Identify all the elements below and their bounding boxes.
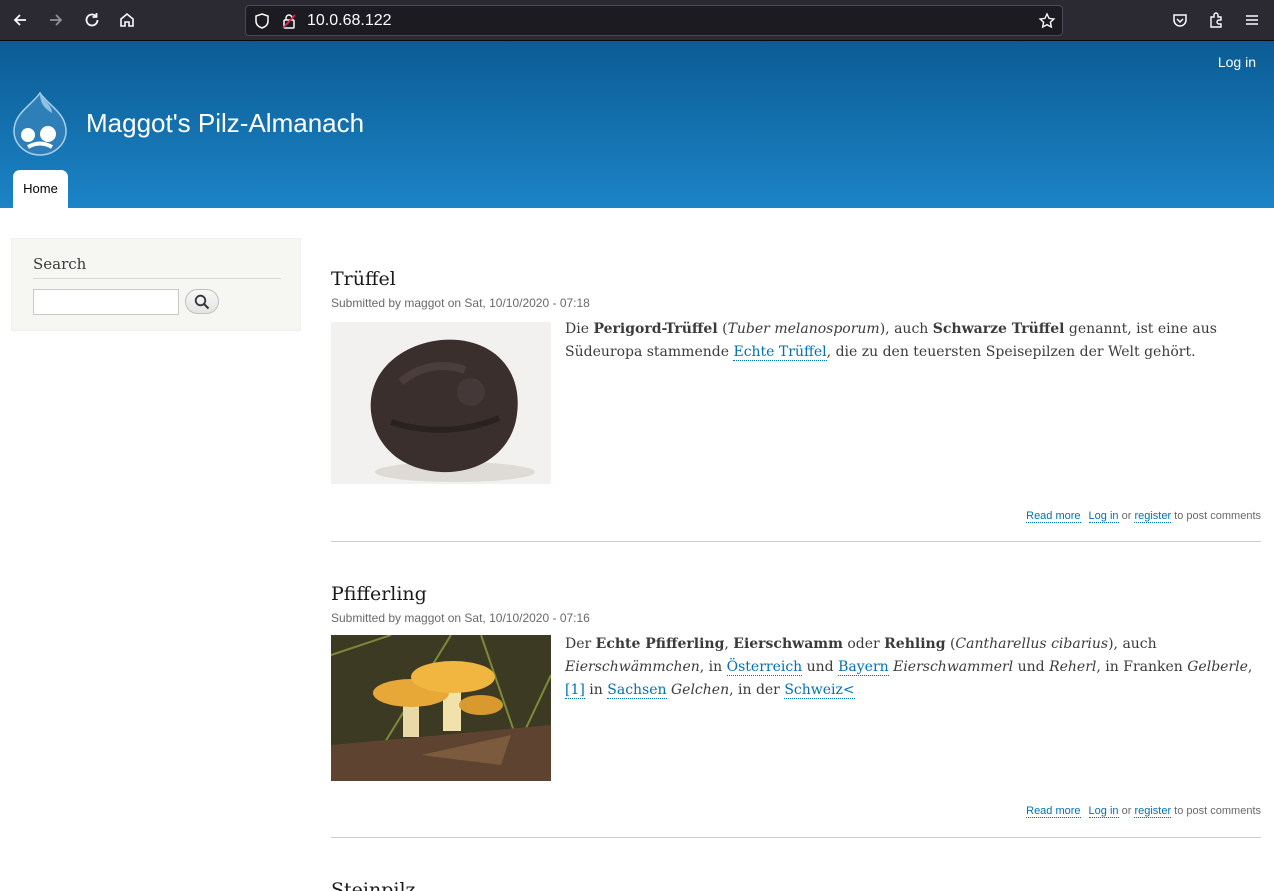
post-comments-text: to post comments <box>1171 805 1261 817</box>
back-button[interactable] <box>8 8 32 32</box>
login-link[interactable]: Log in <box>1088 510 1119 523</box>
read-more-link[interactable]: Read more <box>1026 510 1081 523</box>
address-bar[interactable]: 10.0.68.122 <box>245 5 1063 36</box>
italic-term: Eierschwämmchen <box>565 659 700 675</box>
bold-term: Schwarze Trüffel <box>932 321 1065 337</box>
insecure-lock-icon[interactable] <box>280 12 298 30</box>
submitted-info: Submitted by maggot on Sat, 10/10/2020 -… <box>331 611 590 625</box>
divider <box>33 278 281 279</box>
arrow-right-icon <box>50 14 63 26</box>
reload-icon <box>85 13 99 27</box>
article-links: Read more Log in or register to post comm… <box>1026 510 1261 523</box>
article-title[interactable]: Pfifferling <box>331 583 1261 605</box>
site-header: Log in Maggot's Pilz-Almanach Home <box>0 41 1274 208</box>
header-login-link[interactable]: Log in <box>1218 54 1256 70</box>
hamburger-icon <box>1246 15 1258 25</box>
home-button[interactable] <box>115 8 139 32</box>
search-block: Search <box>11 238 301 331</box>
read-more-link[interactable]: Read more <box>1026 805 1081 818</box>
search-input[interactable] <box>33 289 179 315</box>
article-links: Read more Log in or register to post comm… <box>1026 805 1261 818</box>
italic-term: Tuber melanosporum <box>727 321 880 337</box>
bold-term: Rehling <box>884 636 946 652</box>
article-steinpilz: Steinpilz <box>331 879 1261 891</box>
pocket-icon <box>1173 14 1187 27</box>
article-title[interactable]: Trüffel <box>331 268 1261 290</box>
submitted-info: Submitted by maggot on Sat, 10/10/2020 -… <box>331 296 590 310</box>
home-icon <box>120 12 134 27</box>
article-truffel: Trüffel Submitted by maggot on Sat, 10/1… <box>331 268 1261 542</box>
body-link[interactable]: Echte Trüffel <box>733 344 827 361</box>
body-link[interactable]: Sachsen <box>607 682 667 699</box>
body-link[interactable]: Schweiz< <box>784 682 855 699</box>
italic-term: Reherl <box>1049 659 1097 675</box>
puzzle-icon <box>1210 12 1222 28</box>
article-title[interactable]: Steinpilz <box>331 879 1261 891</box>
extensions-button[interactable] <box>1204 8 1228 32</box>
pocket-button[interactable] <box>1168 8 1192 32</box>
bold-term: Eierschwamm <box>733 636 843 652</box>
italic-term: Gelchen <box>670 682 730 698</box>
or-text: or <box>1118 510 1135 522</box>
body-link[interactable]: Bayern <box>838 659 889 676</box>
forward-button[interactable] <box>44 8 68 32</box>
tab-home[interactable]: Home <box>13 170 68 208</box>
truffle-image[interactable] <box>331 322 551 484</box>
article-body: Die Perigord-Trüffel (Tuber melanosporum… <box>565 321 1217 361</box>
article-divider <box>331 541 1261 542</box>
body-link[interactable]: [1] <box>565 682 585 699</box>
register-link[interactable]: register <box>1134 805 1172 818</box>
post-comments-text: to post comments <box>1171 510 1261 522</box>
drupal-logo[interactable] <box>10 91 70 157</box>
url-text[interactable]: 10.0.68.122 <box>307 12 392 30</box>
arrow-left-icon <box>13 14 26 26</box>
article-pfifferling: Pfifferling Submitted by maggot on Sat, … <box>331 583 1261 838</box>
bold-term: Echte Pfifferling <box>595 636 725 652</box>
article-body: Der Echte Pfifferling, Eierschwamm oder … <box>565 636 1253 699</box>
menu-button[interactable] <box>1240 8 1264 32</box>
site-name[interactable]: Maggot's Pilz-Almanach <box>86 108 364 139</box>
or-text: or <box>1118 805 1135 817</box>
shield-icon[interactable] <box>253 12 271 30</box>
search-button[interactable] <box>185 289 219 314</box>
body-link[interactable]: Österreich <box>726 659 803 676</box>
chanterelle-image[interactable] <box>331 635 551 781</box>
search-icon <box>194 294 210 309</box>
italic-term: Eierschwammerl <box>893 659 1014 675</box>
browser-toolbar: 10.0.68.122 <box>0 0 1274 41</box>
login-link[interactable]: Log in <box>1088 805 1119 818</box>
italic-term: Cantharellus cibarius <box>955 636 1109 652</box>
italic-term: Gelberle <box>1187 659 1248 675</box>
register-link[interactable]: register <box>1134 510 1172 523</box>
search-block-title: Search <box>33 255 87 273</box>
bold-term: Perigord-Trüffel <box>593 321 718 337</box>
reload-button[interactable] <box>80 8 104 32</box>
article-divider <box>331 837 1261 838</box>
star-icon[interactable] <box>1038 12 1056 30</box>
